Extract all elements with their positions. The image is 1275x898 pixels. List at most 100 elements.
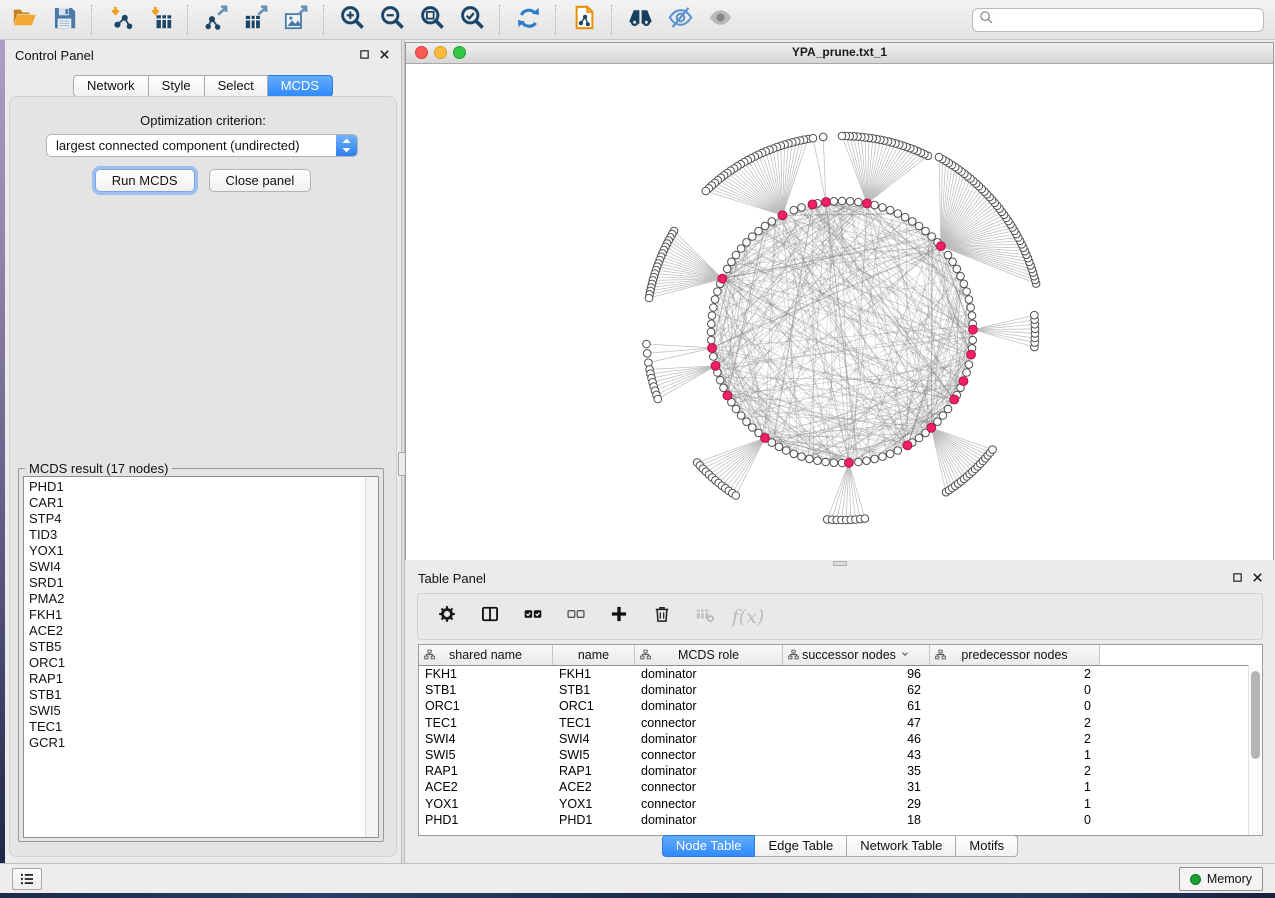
export-network-button[interactable] xyxy=(196,3,236,37)
result-list-item[interactable]: TEC1 xyxy=(29,719,361,735)
tab-node-table[interactable]: Node Table xyxy=(662,835,756,857)
network-window-titlebar[interactable]: YPA_prune.txt_1 xyxy=(406,43,1273,64)
network-graph[interactable] xyxy=(406,64,1273,560)
table-row[interactable]: ORC1ORC1dominator610 xyxy=(419,698,1262,714)
result-list-item[interactable]: CAR1 xyxy=(29,495,361,511)
column-header-MCDS-role[interactable]: MCDS role xyxy=(635,645,783,665)
result-list-item[interactable]: GCR1 xyxy=(29,735,361,751)
export-image-button[interactable] xyxy=(276,3,316,37)
close-table-panel-icon[interactable] xyxy=(1251,571,1264,584)
mcds-tab-content: Optimization criterion: largest connecte… xyxy=(9,96,397,857)
gear-button[interactable] xyxy=(435,605,459,629)
table-row[interactable]: YOX1YOX1connector291 xyxy=(419,796,1262,812)
status-bar: Memory xyxy=(0,863,1275,893)
import-network-button[interactable] xyxy=(100,3,140,37)
table-row[interactable]: SWI4SWI4dominator462 xyxy=(419,731,1262,747)
result-list-item[interactable]: SWI5 xyxy=(29,703,361,719)
memory-button[interactable]: Memory xyxy=(1179,867,1263,891)
result-list-item[interactable]: STP4 xyxy=(29,511,361,527)
result-list-item[interactable]: FKH1 xyxy=(29,607,361,623)
zoom-in-button[interactable] xyxy=(332,3,372,37)
show-panels-button[interactable] xyxy=(12,868,42,890)
share-document-button[interactable] xyxy=(564,3,604,37)
table-row[interactable]: TEC1TEC1connector472 xyxy=(419,715,1262,731)
columns-button[interactable] xyxy=(478,605,502,629)
tab-mcds[interactable]: MCDS xyxy=(268,75,333,97)
column-header-predecessor-nodes[interactable]: predecessor nodes xyxy=(930,645,1100,665)
result-list-item[interactable]: STB5 xyxy=(29,639,361,655)
result-list-scrollbar[interactable] xyxy=(365,477,378,837)
float-panel-icon[interactable] xyxy=(358,48,371,61)
network-canvas[interactable] xyxy=(406,64,1273,560)
delete-button[interactable] xyxy=(650,605,674,629)
result-list-item[interactable]: PMA2 xyxy=(29,591,361,607)
toolbar-separator xyxy=(555,5,557,35)
refresh-button[interactable] xyxy=(508,3,548,37)
result-list-item[interactable]: SWI4 xyxy=(29,559,361,575)
select-all-button[interactable] xyxy=(521,605,545,629)
column-header-successor-nodes[interactable]: successor nodes xyxy=(783,645,930,665)
cell-predecessors: 1 xyxy=(930,779,1100,795)
export-table-button[interactable] xyxy=(236,3,276,37)
mcds-buttons-row: Run MCDS Close panel xyxy=(10,169,396,192)
selected-option-text: largest connected component (undirected) xyxy=(56,135,300,156)
result-list-item[interactable]: PHD1 xyxy=(29,479,361,495)
tab-network-table[interactable]: Network Table xyxy=(847,835,956,857)
tab-select[interactable]: Select xyxy=(205,75,268,97)
close-panel-button[interactable]: Close panel xyxy=(209,169,312,192)
table-row[interactable]: FKH1FKH1dominator962 xyxy=(419,666,1262,682)
show-graphics-button[interactable] xyxy=(700,3,740,37)
node-table: shared name nameMCDS rolesuccessor nodesp… xyxy=(418,644,1263,836)
import-table-button[interactable] xyxy=(140,3,180,37)
table-scrollbar[interactable] xyxy=(1248,665,1262,835)
cell-successors: 18 xyxy=(783,812,930,828)
open-file-button[interactable] xyxy=(4,3,44,37)
table-row[interactable]: RAP1RAP1dominator352 xyxy=(419,763,1262,779)
open-file-icon xyxy=(11,4,38,36)
cell-predecessors: 0 xyxy=(930,698,1100,714)
tab-motifs[interactable]: Motifs xyxy=(956,835,1018,857)
column-header-shared-name[interactable]: shared name xyxy=(419,645,553,665)
cell-predecessors: 2 xyxy=(930,731,1100,747)
deselect-all-button[interactable] xyxy=(564,605,588,629)
add-button[interactable] xyxy=(607,605,631,629)
table-row[interactable]: PHD1PHD1dominator180 xyxy=(419,812,1262,828)
zoom-selected-button[interactable] xyxy=(452,3,492,37)
search-icon xyxy=(978,9,995,31)
tab-edge-table[interactable]: Edge Table xyxy=(755,835,847,857)
tab-network[interactable]: Network xyxy=(73,75,149,97)
result-list-item[interactable]: STB1 xyxy=(29,687,361,703)
zoom-fit-icon xyxy=(419,4,446,36)
result-list-item[interactable]: RAP1 xyxy=(29,671,361,687)
optimization-criterion-select[interactable]: largest connected component (undirected) xyxy=(46,134,358,157)
column-header-name[interactable]: name xyxy=(553,645,635,665)
result-list-item[interactable]: ORC1 xyxy=(29,655,361,671)
search-network-button[interactable] xyxy=(620,3,660,37)
float-table-panel-icon[interactable] xyxy=(1231,571,1244,584)
cell-predecessors: 2 xyxy=(930,715,1100,731)
result-list-item[interactable]: ACE2 xyxy=(29,623,361,639)
zoom-out-button[interactable] xyxy=(372,3,412,37)
tab-style[interactable]: Style xyxy=(149,75,205,97)
delete-icon xyxy=(652,604,672,629)
table-scrollbar-thumb[interactable] xyxy=(1251,671,1260,759)
result-list-item[interactable]: TID3 xyxy=(29,527,361,543)
run-mcds-button[interactable]: Run MCDS xyxy=(95,169,195,192)
list-icon xyxy=(18,870,36,888)
search-input[interactable] xyxy=(995,9,1263,31)
columns-icon xyxy=(480,604,500,629)
table-row[interactable]: ACE2ACE2connector311 xyxy=(419,779,1262,795)
mcds-result-listbox[interactable]: PHD1CAR1STP4TID3YOX1SWI4SRD1PMA2FKH1ACE2… xyxy=(23,476,379,838)
function-icon: f(x) xyxy=(732,606,765,628)
hide-graphics-button[interactable] xyxy=(660,3,700,37)
cell-shared_name: YOX1 xyxy=(419,796,553,812)
table-row[interactable]: STB1STB1dominator620 xyxy=(419,682,1262,698)
zoom-fit-button[interactable] xyxy=(412,3,452,37)
result-list-item[interactable]: YOX1 xyxy=(29,543,361,559)
column-label: shared name xyxy=(449,648,522,662)
table-panel-title: Table Panel xyxy=(418,571,486,586)
close-panel-icon[interactable] xyxy=(378,48,391,61)
result-list-item[interactable]: SRD1 xyxy=(29,575,361,591)
table-row[interactable]: SWI5SWI5connector431 xyxy=(419,747,1262,763)
save-button[interactable] xyxy=(44,3,84,37)
